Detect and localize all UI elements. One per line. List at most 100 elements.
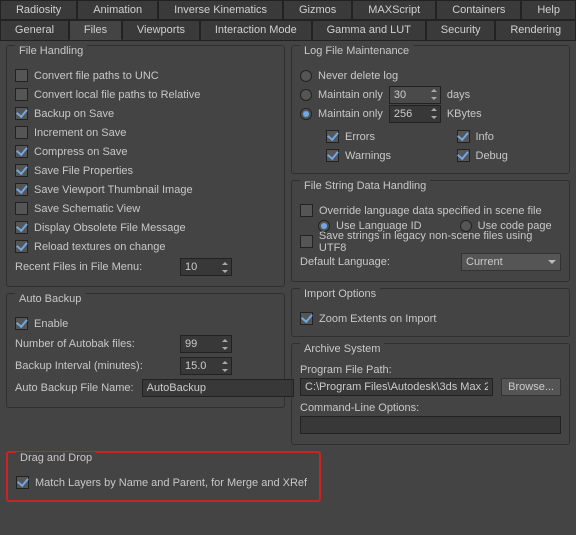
lbl-errors: Errors	[345, 131, 375, 143]
group-title: File Handling	[15, 45, 87, 57]
group-title: Archive System	[300, 343, 384, 355]
group-title: File String Data Handling	[300, 180, 430, 192]
chk-match-layers[interactable]	[16, 476, 29, 489]
tab-interaction-mode[interactable]: Interaction Mode	[200, 20, 312, 40]
group-log-maintenance: Log File Maintenance Never delete log Ma…	[291, 45, 570, 174]
tab-gizmos[interactable]: Gizmos	[283, 0, 352, 19]
chk-backup-on-save[interactable]	[15, 107, 28, 120]
group-title: Auto Backup	[15, 293, 85, 305]
lbl-maintain-days: Maintain only	[318, 89, 383, 101]
arrow-down-icon[interactable]	[428, 95, 440, 103]
lbl-compress-on-save: Compress on Save	[34, 146, 128, 158]
chk-override-lang[interactable]	[300, 204, 313, 217]
chk-enable-autobackup[interactable]	[15, 317, 28, 330]
lbl-display-obsolete: Display Obsolete File Message	[34, 222, 186, 234]
group-title: Import Options	[300, 288, 380, 300]
input-days[interactable]	[390, 89, 428, 101]
arrow-up-icon[interactable]	[219, 358, 231, 366]
lbl-save-schematic: Save Schematic View	[34, 203, 140, 215]
chk-convert-relative[interactable]	[15, 88, 28, 101]
chk-save-thumb[interactable]	[15, 183, 28, 196]
chk-save-schematic[interactable]	[15, 202, 28, 215]
lbl-reload-textures: Reload textures on change	[34, 241, 165, 253]
input-recent-files[interactable]	[181, 261, 219, 273]
radio-never-delete[interactable]	[300, 70, 312, 82]
lbl-recent-files: Recent Files in File Menu:	[15, 261, 142, 273]
chk-save-props[interactable]	[15, 164, 28, 177]
radio-maintain-days[interactable]	[300, 89, 312, 101]
lbl-never-delete: Never delete log	[318, 70, 398, 82]
chevron-down-icon	[548, 260, 556, 264]
spin-kbytes[interactable]	[389, 105, 441, 123]
tab-help[interactable]: Help	[521, 0, 576, 19]
tab-viewports[interactable]: Viewports	[122, 20, 200, 40]
lbl-info: Info	[476, 131, 494, 143]
lbl-override-lang: Override language data specified in scen…	[319, 205, 542, 217]
chk-display-obsolete[interactable]	[15, 221, 28, 234]
group-title: Drag and Drop	[16, 452, 96, 464]
chk-convert-unc[interactable]	[15, 69, 28, 82]
group-archive-system: Archive System Program File Path: Browse…	[291, 343, 570, 445]
arrow-down-icon[interactable]	[219, 344, 231, 352]
browse-button[interactable]: Browse...	[501, 378, 561, 396]
input-cmd-options[interactable]	[300, 416, 561, 434]
chk-reload-textures[interactable]	[15, 240, 28, 253]
lbl-cmd-options: Command-Line Options:	[300, 402, 419, 414]
group-drag-drop: Drag and Drop Match Layers by Name and P…	[6, 451, 321, 502]
chk-warnings[interactable]	[326, 149, 339, 162]
arrow-down-icon[interactable]	[219, 366, 231, 374]
group-title: Log File Maintenance	[300, 45, 413, 57]
tab-containers[interactable]: Containers	[436, 0, 521, 19]
arrow-up-icon[interactable]	[428, 106, 440, 114]
input-autobackup-name[interactable]	[142, 379, 294, 397]
lbl-zoom-extents: Zoom Extents on Import	[319, 313, 436, 325]
lbl-default-lang: Default Language:	[300, 256, 390, 268]
lbl-increment-on-save: Increment on Save	[34, 127, 126, 139]
lbl-save-thumb: Save Viewport Thumbnail Image	[34, 184, 193, 196]
tab-maxscript[interactable]: MAXScript	[352, 0, 436, 19]
arrow-down-icon[interactable]	[219, 267, 231, 275]
group-auto-backup: Auto Backup Enable Number of Autobak fil…	[6, 293, 285, 408]
radio-maintain-kbytes[interactable]	[300, 108, 312, 120]
left-column: File Handling Convert file paths to UNC …	[6, 45, 285, 445]
arrow-up-icon[interactable]	[428, 87, 440, 95]
chk-errors[interactable]	[326, 130, 339, 143]
tab-animation[interactable]: Animation	[77, 0, 158, 19]
lbl-autobackup-name: Auto Backup File Name:	[15, 382, 134, 394]
spin-recent-files[interactable]	[180, 258, 232, 276]
lbl-maintain-kbytes: Maintain only	[318, 108, 383, 120]
right-column: Log File Maintenance Never delete log Ma…	[291, 45, 570, 445]
lbl-kbytes-unit: KBytes	[447, 108, 482, 120]
lbl-backup-on-save: Backup on Save	[34, 108, 114, 120]
group-string-handling: File String Data Handling Override langu…	[291, 180, 570, 282]
input-kbytes[interactable]	[390, 108, 428, 120]
arrow-down-icon[interactable]	[428, 114, 440, 122]
tab-ik[interactable]: Inverse Kinematics	[158, 0, 283, 19]
tab-row-bottom: General Files Viewports Interaction Mode…	[0, 20, 576, 41]
lbl-match-layers: Match Layers by Name and Parent, for Mer…	[35, 477, 307, 489]
arrow-up-icon[interactable]	[219, 259, 231, 267]
tab-gamma-lut[interactable]: Gamma and LUT	[312, 20, 426, 40]
lbl-save-utf8: Save strings in legacy non-scene files u…	[319, 230, 561, 254]
chk-save-utf8[interactable]	[300, 235, 313, 248]
tab-radiosity[interactable]: Radiosity	[0, 0, 77, 19]
tab-files[interactable]: Files	[69, 20, 122, 40]
tab-security[interactable]: Security	[426, 20, 496, 40]
input-backup-interval[interactable]	[181, 360, 219, 372]
chk-info[interactable]	[457, 130, 470, 143]
spin-num-autobak[interactable]	[180, 335, 232, 353]
tab-rendering[interactable]: Rendering	[495, 20, 576, 40]
arrow-up-icon[interactable]	[219, 336, 231, 344]
dropdown-default-lang[interactable]: Current	[461, 253, 561, 271]
tab-general[interactable]: General	[0, 20, 69, 40]
spin-days[interactable]	[389, 86, 441, 104]
chk-increment-on-save[interactable]	[15, 126, 28, 139]
chk-compress-on-save[interactable]	[15, 145, 28, 158]
spin-backup-interval[interactable]	[180, 357, 232, 375]
input-num-autobak[interactable]	[181, 338, 219, 350]
lbl-convert-unc: Convert file paths to UNC	[34, 70, 159, 82]
chk-debug[interactable]	[457, 149, 470, 162]
input-program-path[interactable]	[300, 378, 493, 396]
dropdown-value: Current	[466, 256, 503, 268]
chk-zoom-extents[interactable]	[300, 312, 313, 325]
